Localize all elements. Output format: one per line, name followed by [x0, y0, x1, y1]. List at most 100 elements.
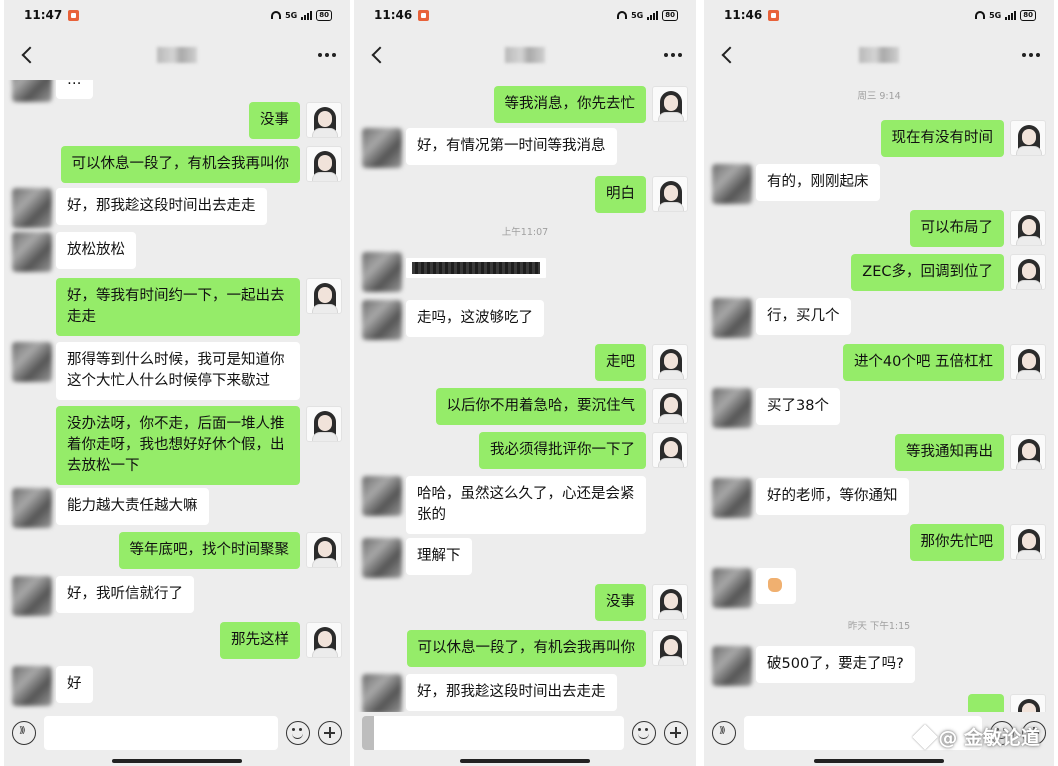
user-avatar[interactable] [306, 278, 342, 314]
message-bubble[interactable]: 可以布局了 [909, 210, 1004, 247]
user-avatar[interactable] [1010, 254, 1046, 290]
contact-avatar[interactable] [712, 478, 752, 518]
message-bubble[interactable]: 那你先忙吧 [909, 524, 1004, 561]
wifi-icon [617, 11, 628, 19]
message-bubble[interactable]: 能力越大责任越大嘛 [56, 488, 209, 525]
user-avatar[interactable] [1010, 210, 1046, 246]
message-bubble[interactable]: 理解下 [406, 538, 472, 575]
contact-avatar[interactable] [712, 568, 752, 608]
message-input[interactable] [44, 716, 278, 750]
message-bubble[interactable]: ZEC多，回调到位了 [851, 254, 1004, 291]
contact-avatar[interactable] [12, 80, 52, 102]
contact-avatar[interactable] [12, 666, 52, 706]
contact-avatar[interactable] [712, 298, 752, 338]
user-avatar[interactable] [652, 176, 688, 212]
back-icon[interactable] [371, 46, 389, 64]
user-avatar[interactable] [652, 584, 688, 620]
message-bubble[interactable]: 等年底吧，找个时间聚聚 [118, 532, 300, 569]
message-bubble[interactable]: 那先这样 [220, 622, 300, 659]
redacted-message[interactable] [406, 258, 546, 278]
plus-icon[interactable] [318, 721, 342, 745]
emoji-message[interactable] [756, 568, 796, 604]
contact-avatar[interactable] [12, 232, 52, 272]
message-input[interactable] [362, 716, 624, 750]
message-bubble[interactable]: 好，等我有时间约一下，一起出去走走 [56, 278, 300, 336]
user-avatar[interactable] [306, 622, 342, 658]
message-bubble[interactable]: 可以休息一段了，有机会我再叫你 [406, 630, 646, 667]
message-bubble[interactable]: 等我消息，你先去忙 [493, 86, 646, 123]
message-list[interactable]: … 没事 可以休息一段了，有机会我再叫你 好，那我趁这段时间出去走走 放松放松 … [4, 80, 350, 712]
plus-icon[interactable] [664, 721, 688, 745]
user-avatar[interactable] [1010, 434, 1046, 470]
message-bubble[interactable]: 好，我听信就行了 [56, 576, 194, 613]
message-bubble[interactable]: … [56, 80, 93, 99]
contact-avatar[interactable] [12, 488, 52, 528]
user-avatar[interactable] [1010, 694, 1046, 712]
message-bubble[interactable]: 那得等到什么时候，我可是知道你这个大忙人什么时候停下来歇过 [56, 342, 300, 400]
message-bubble[interactable]: 放松放松 [56, 232, 136, 269]
user-avatar[interactable] [652, 344, 688, 380]
message-bubble[interactable]: 没事 [595, 584, 646, 621]
home-indicator[interactable] [814, 759, 944, 763]
message-list[interactable]: 等我消息，你先去忙 好，有情况第一时间等我消息 明白 上午11:07 走吗，这波… [354, 80, 696, 712]
voice-input-icon[interactable] [12, 721, 36, 745]
message-bubble[interactable]: 等我通知再出 [895, 434, 1004, 471]
message-bubble[interactable]: … [967, 694, 1004, 712]
message-bubble[interactable]: 行，买几个 [756, 298, 851, 335]
message-bubble[interactable]: 我必须得批评你一下了 [479, 432, 646, 469]
message-bubble[interactable]: 明白 [595, 176, 646, 213]
contact-avatar[interactable] [12, 576, 52, 616]
contact-avatar[interactable] [362, 674, 402, 712]
user-avatar[interactable] [306, 146, 342, 182]
message-bubble[interactable]: 进个40个吧 五倍杠杠 [842, 344, 1004, 381]
message-bubble[interactable]: 有的，刚刚起床 [756, 164, 880, 201]
message-bubble[interactable]: 好，有情况第一时间等我消息 [406, 128, 617, 165]
more-icon[interactable] [664, 53, 682, 57]
user-avatar[interactable] [1010, 344, 1046, 380]
message-bubble[interactable]: 现在有没有时间 [880, 120, 1004, 157]
contact-avatar[interactable] [712, 164, 752, 204]
message-bubble[interactable]: 好的老师，等你通知 [756, 478, 909, 515]
user-avatar[interactable] [306, 102, 342, 138]
user-avatar[interactable] [1010, 524, 1046, 560]
contact-avatar[interactable] [362, 538, 402, 578]
user-avatar[interactable] [306, 532, 342, 568]
message-bubble[interactable]: 没办法呀，你不走，后面一堆人推着你走呀，我也想好好休个假，出去放松一下 [56, 406, 300, 485]
emoji-icon[interactable] [632, 721, 656, 745]
user-avatar[interactable] [1010, 120, 1046, 156]
home-indicator[interactable] [460, 759, 590, 763]
user-avatar[interactable] [306, 406, 342, 442]
back-icon[interactable] [21, 46, 39, 64]
message-list[interactable]: 周三 9:14 现在有没有时间 有的，刚刚起床 可以布局了 ZEC多，回调到位了… [704, 80, 1054, 712]
message-bubble[interactable]: 好，那我趁这段时间出去走走 [406, 674, 617, 711]
message-bubble[interactable]: 好 [56, 666, 93, 703]
user-avatar[interactable] [652, 86, 688, 122]
message-bubble[interactable]: 破500了，要走了吗? [756, 646, 915, 683]
message-bubble[interactable]: 没事 [249, 102, 300, 139]
contact-avatar[interactable] [362, 300, 402, 340]
user-avatar[interactable] [652, 388, 688, 424]
contact-name-blurred [859, 47, 899, 63]
message-bubble[interactable]: 走吧 [595, 344, 646, 381]
message-bubble[interactable]: 可以休息一段了，有机会我再叫你 [60, 146, 300, 183]
contact-avatar[interactable] [12, 342, 52, 382]
user-avatar[interactable] [652, 432, 688, 468]
user-avatar[interactable] [652, 630, 688, 666]
contact-avatar[interactable] [12, 188, 52, 228]
emoji-icon[interactable] [286, 721, 310, 745]
contact-avatar[interactable] [362, 128, 402, 168]
more-icon[interactable] [318, 53, 336, 57]
contact-avatar[interactable] [362, 252, 402, 292]
contact-avatar[interactable] [712, 646, 752, 686]
message-bubble[interactable]: 哈哈，虽然这么久了，心还是会紧张的 [406, 476, 646, 534]
message-bubble[interactable]: 以后你不用着急哈，要沉住气 [435, 388, 646, 425]
home-indicator[interactable] [112, 759, 242, 763]
contact-avatar[interactable] [712, 388, 752, 428]
message-bubble[interactable]: 走吗，这波够吃了 [406, 300, 544, 337]
back-icon[interactable] [721, 46, 739, 64]
contact-avatar[interactable] [362, 476, 402, 516]
more-icon[interactable] [1022, 53, 1040, 57]
message-bubble[interactable]: 好，那我趁这段时间出去走走 [56, 188, 267, 225]
message-bubble[interactable]: 买了38个 [756, 388, 840, 425]
voice-input-icon[interactable] [712, 721, 736, 745]
